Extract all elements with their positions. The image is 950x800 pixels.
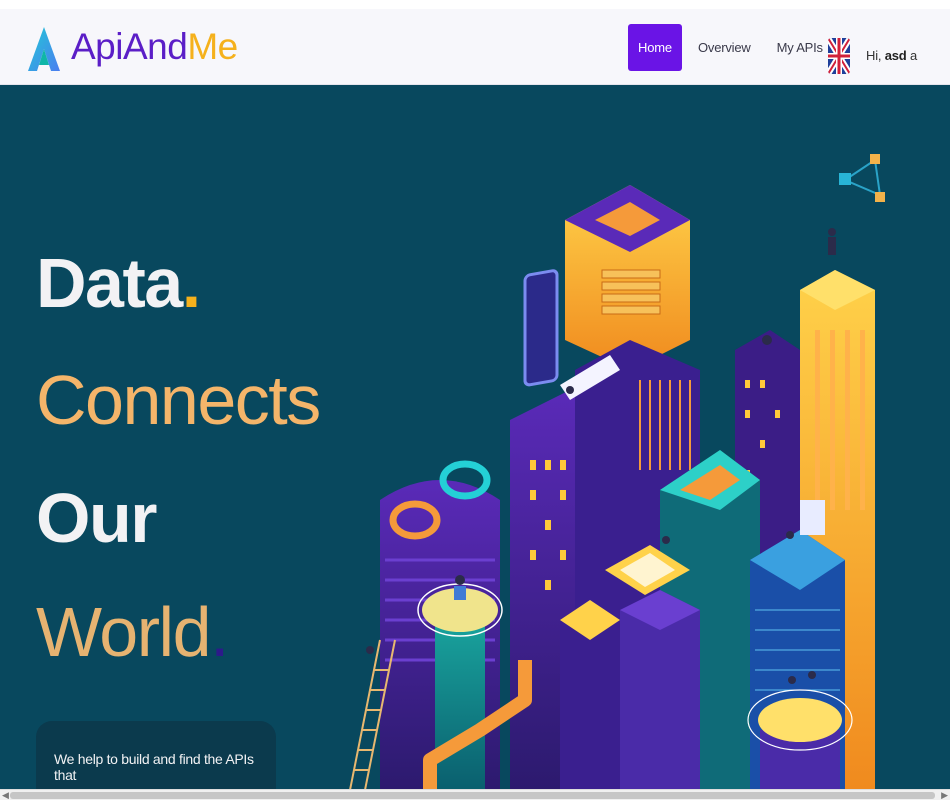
brand-name-api: ApiAnd bbox=[71, 26, 188, 67]
hero-line-data: Data. bbox=[36, 244, 201, 322]
main-nav: Home Overview My APIs bbox=[628, 24, 836, 71]
top-strip bbox=[0, 0, 950, 9]
hero-line-connects: Connects bbox=[36, 361, 321, 439]
scrollbar-thumb[interactable] bbox=[10, 792, 935, 799]
nav-home[interactable]: Home bbox=[628, 24, 682, 71]
hero-section: Data. Connects Our World. We help to bui… bbox=[0, 85, 950, 789]
site-header: ApiAndMe Home Overview My APIs Hi, asd a bbox=[0, 9, 950, 85]
user-initial: a bbox=[909, 48, 917, 63]
greeting-text: Hi, bbox=[866, 48, 882, 63]
scroll-right-icon[interactable]: ▶ bbox=[941, 790, 948, 800]
hero-info-card: We help to build and find the APIs that bbox=[36, 721, 276, 789]
brand-name-me: Me bbox=[187, 26, 238, 67]
user-name: asd bbox=[884, 48, 907, 63]
user-greeting[interactable]: Hi, asd a bbox=[866, 48, 917, 63]
brand-logo[interactable]: ApiAndMe bbox=[71, 25, 238, 69]
nav-overview[interactable]: Overview bbox=[685, 24, 764, 71]
horizontal-scrollbar[interactable]: ◀ ▶ bbox=[0, 789, 950, 800]
uk-flag-icon[interactable] bbox=[828, 38, 850, 74]
hero-line-our: Our bbox=[36, 479, 157, 557]
nav-my-apis[interactable]: My APIs bbox=[764, 24, 836, 71]
scroll-left-icon[interactable]: ◀ bbox=[2, 790, 9, 800]
logo-icon[interactable] bbox=[27, 25, 61, 75]
city-illustration bbox=[349, 154, 885, 789]
hero-blurb: We help to build and find the APIs that bbox=[54, 751, 254, 783]
hero-line-world: World. bbox=[36, 593, 229, 671]
